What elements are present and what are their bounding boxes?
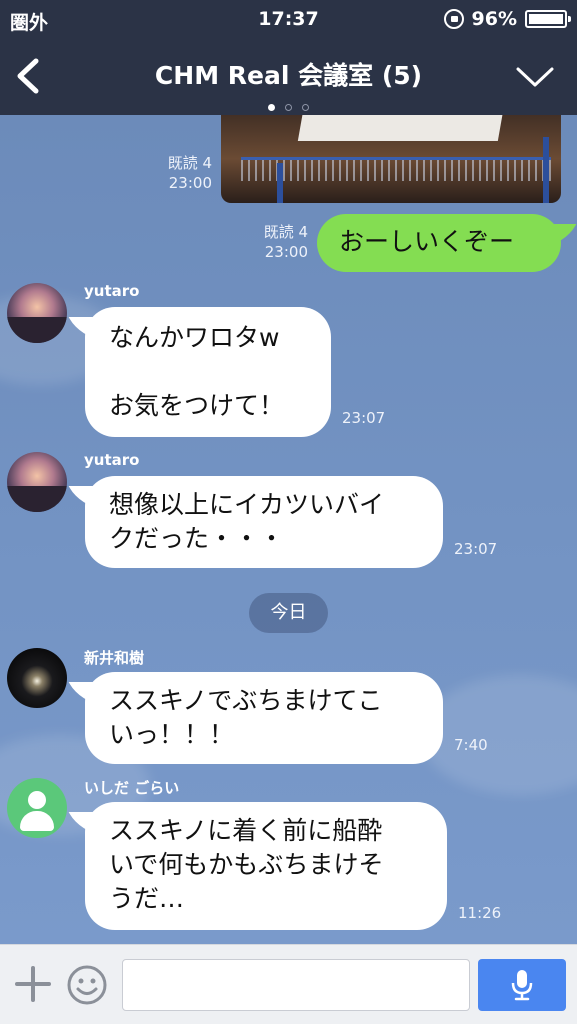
page-dot	[268, 104, 275, 111]
photo-railing	[241, 157, 551, 181]
incoming-message-bubble[interactable]: なんかワロタw お気をつけて！	[85, 307, 331, 437]
page-dot	[285, 104, 292, 111]
message-time: 23:00	[264, 243, 308, 261]
message-text-line: うだ…	[109, 884, 185, 913]
message-time: 11:26	[458, 904, 502, 922]
avatar[interactable]	[7, 452, 67, 512]
outgoing-meta: 既読 4 23:00	[232, 222, 308, 262]
photo-wall	[297, 115, 505, 141]
message-time: 23:00	[168, 174, 212, 192]
read-receipt: 既読 4	[167, 154, 212, 172]
message-text-line	[109, 355, 307, 389]
chat-title[interactable]: CHM Real 会議室 (5)	[0, 56, 577, 92]
avatar[interactable]	[7, 283, 67, 343]
background-cloud	[420, 675, 577, 795]
chevron-down-icon[interactable]	[515, 66, 555, 88]
top-bar: 圏外 17:37 96% CHM Real 会議室 (5)	[0, 0, 577, 115]
message-text-line: ススキノに着く前に船酔	[109, 816, 383, 845]
battery-area: 96%	[443, 8, 571, 30]
page-dots	[0, 96, 577, 115]
outgoing-message-bubble[interactable]: おーしいくぞー	[317, 214, 561, 272]
message-text-line: お気をつけて！	[109, 391, 285, 420]
incoming-message-bubble[interactable]: ススキノでぶちまけてこ いっ！！！	[85, 672, 443, 764]
page-dot	[302, 104, 309, 111]
rotation-lock-icon	[443, 9, 464, 29]
chat-area[interactable]: 既読 4 23:00 既読 4 23:00 おーしいくぞー yutaro なんか…	[0, 115, 577, 944]
emoji-icon[interactable]	[66, 964, 108, 1006]
incoming-message-bubble[interactable]: ススキノに着く前に船酔 いで何もかもぶちまけそ うだ…	[85, 802, 447, 930]
battery-percent: 96%	[471, 8, 517, 30]
message-time: 23:07	[454, 540, 498, 558]
voice-button[interactable]	[478, 959, 566, 1011]
day-separator: 今日	[249, 593, 328, 633]
photo-post	[543, 137, 549, 203]
message-time: 23:07	[342, 409, 386, 427]
nav-bar: CHM Real 会議室 (5)	[0, 38, 577, 115]
avatar-head	[28, 791, 46, 809]
message-text-line: いで何もかもぶちまけそ	[109, 850, 384, 879]
read-receipt: 既読 4	[263, 223, 308, 241]
photo-message[interactable]	[221, 115, 561, 203]
photo-post	[277, 163, 283, 203]
message-input[interactable]	[122, 959, 470, 1011]
incoming-message-bubble[interactable]: 想像以上にイカツいバイ クだった・・・	[85, 476, 443, 568]
sender-name: yutaro	[84, 282, 140, 300]
message-text-line: 想像以上にイカツいバイ	[109, 490, 385, 519]
status-bar: 圏外 17:37 96%	[0, 0, 577, 38]
photo-meta: 既読 4 23:00	[140, 153, 212, 193]
sender-name: いしだ ごらい	[84, 779, 180, 797]
message-text: おーしいくぞー	[339, 227, 515, 256]
message-text-line: ススキノでぶちまけてこ	[109, 686, 383, 715]
avatar[interactable]	[7, 648, 67, 708]
input-bar	[0, 944, 577, 1024]
sender-name: yutaro	[84, 451, 140, 469]
message-text-line: クだった・・・	[109, 524, 285, 553]
battery-icon	[525, 10, 571, 28]
message-time: 7:40	[454, 736, 488, 754]
avatar-body	[20, 811, 54, 831]
message-text-line: いっ！！！	[109, 720, 235, 749]
plus-icon[interactable]	[14, 965, 52, 1003]
microphone-icon	[511, 970, 533, 1001]
message-text-line: なんかワロタw	[109, 323, 280, 352]
sender-name: 新井和樹	[84, 649, 145, 667]
default-avatar-icon[interactable]	[7, 778, 67, 838]
